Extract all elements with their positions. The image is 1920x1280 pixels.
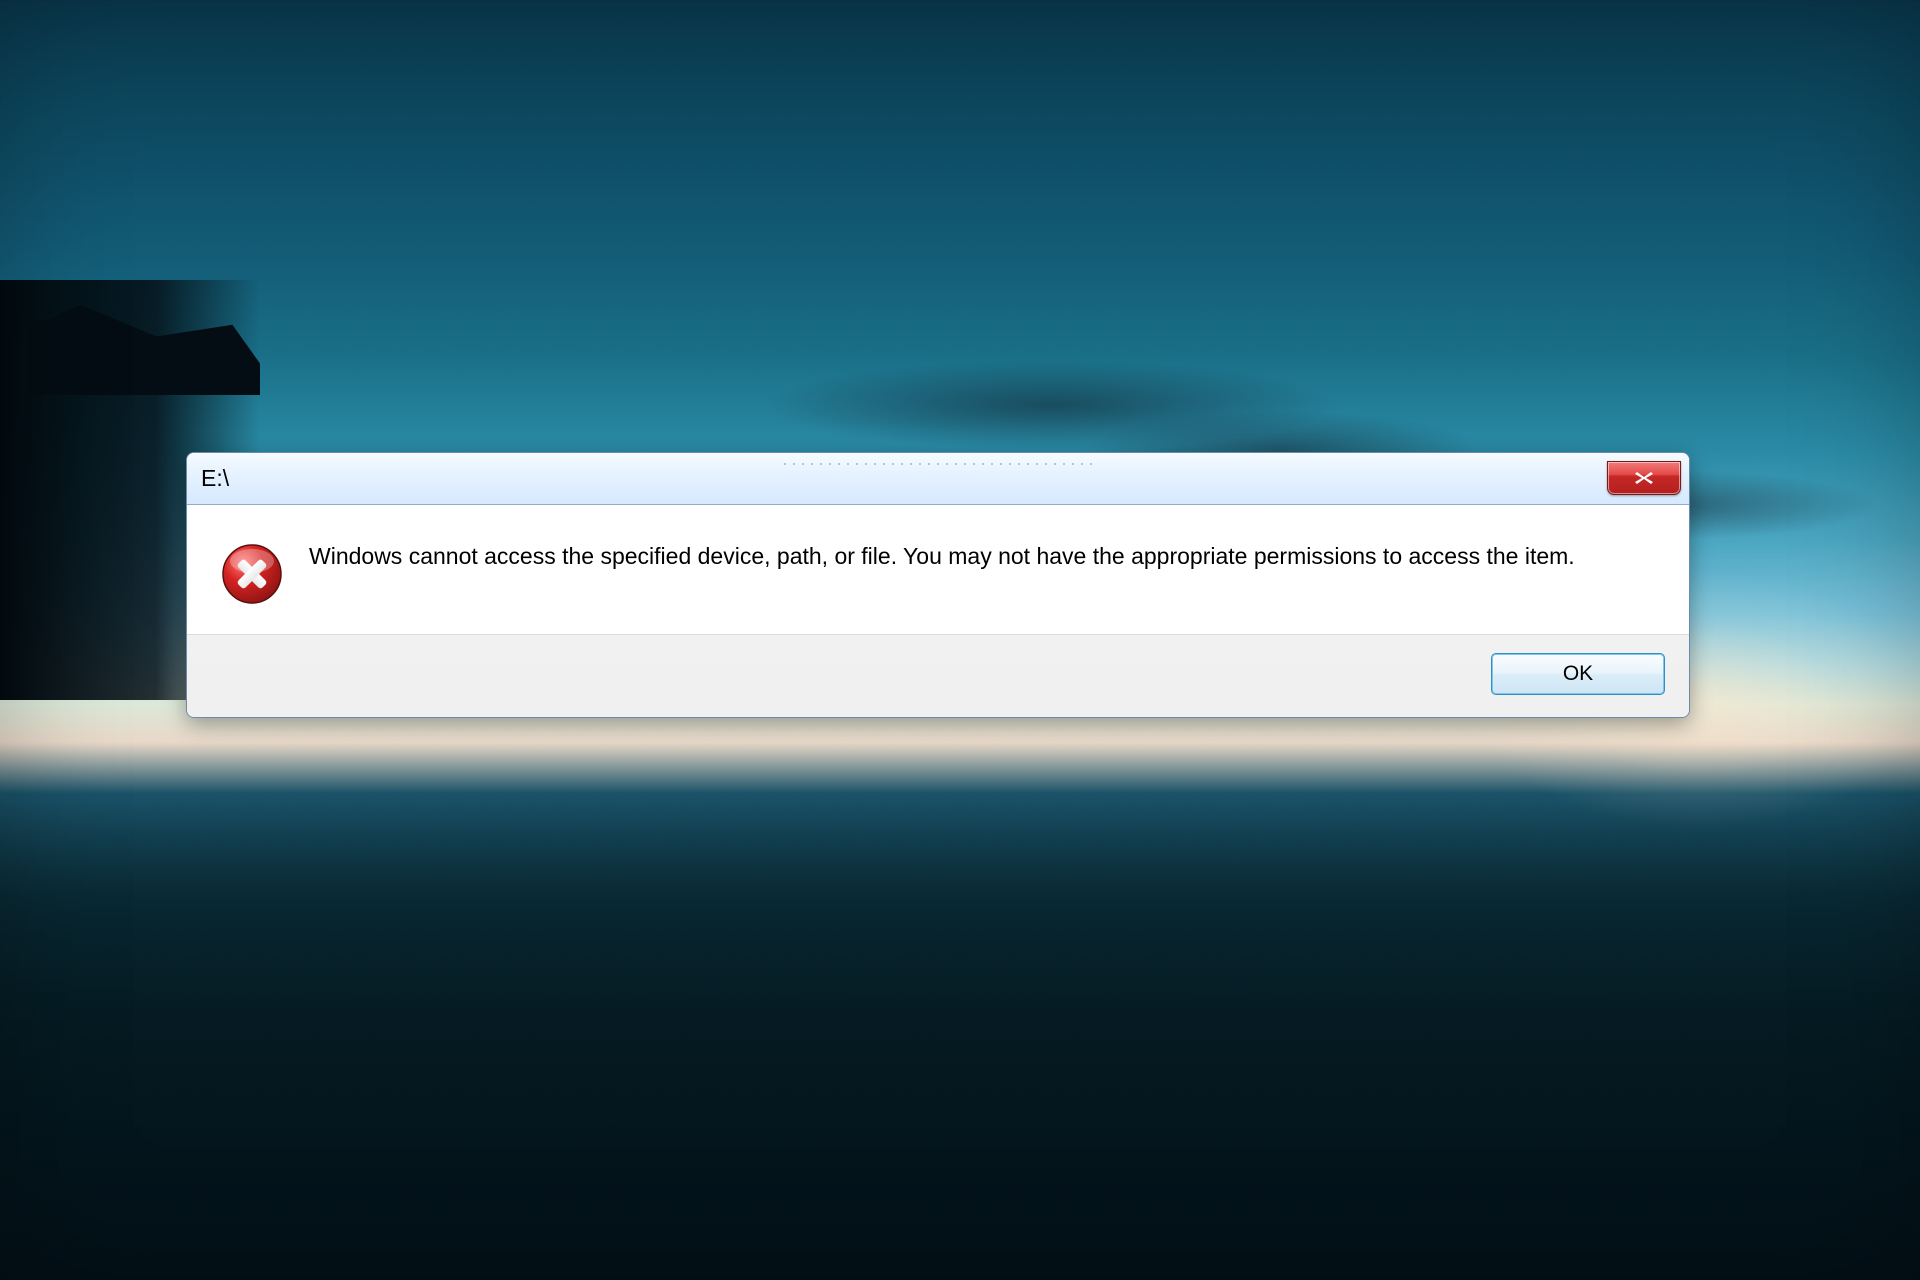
error-icon <box>221 539 283 610</box>
dialog-content: Windows cannot access the specified devi… <box>187 505 1689 634</box>
ok-button[interactable]: OK <box>1491 653 1665 695</box>
dialog-title: E:\ <box>201 465 229 492</box>
titlebar[interactable]: E:\ <box>187 453 1689 505</box>
close-button[interactable] <box>1607 461 1681 495</box>
error-dialog: E:\ <box>186 452 1690 718</box>
bg-shoreline <box>0 800 1920 1280</box>
titlebar-grip <box>784 463 1092 465</box>
dialog-button-bar: OK <box>187 634 1689 717</box>
close-icon <box>1634 465 1654 491</box>
error-message: Windows cannot access the specified devi… <box>309 539 1585 575</box>
